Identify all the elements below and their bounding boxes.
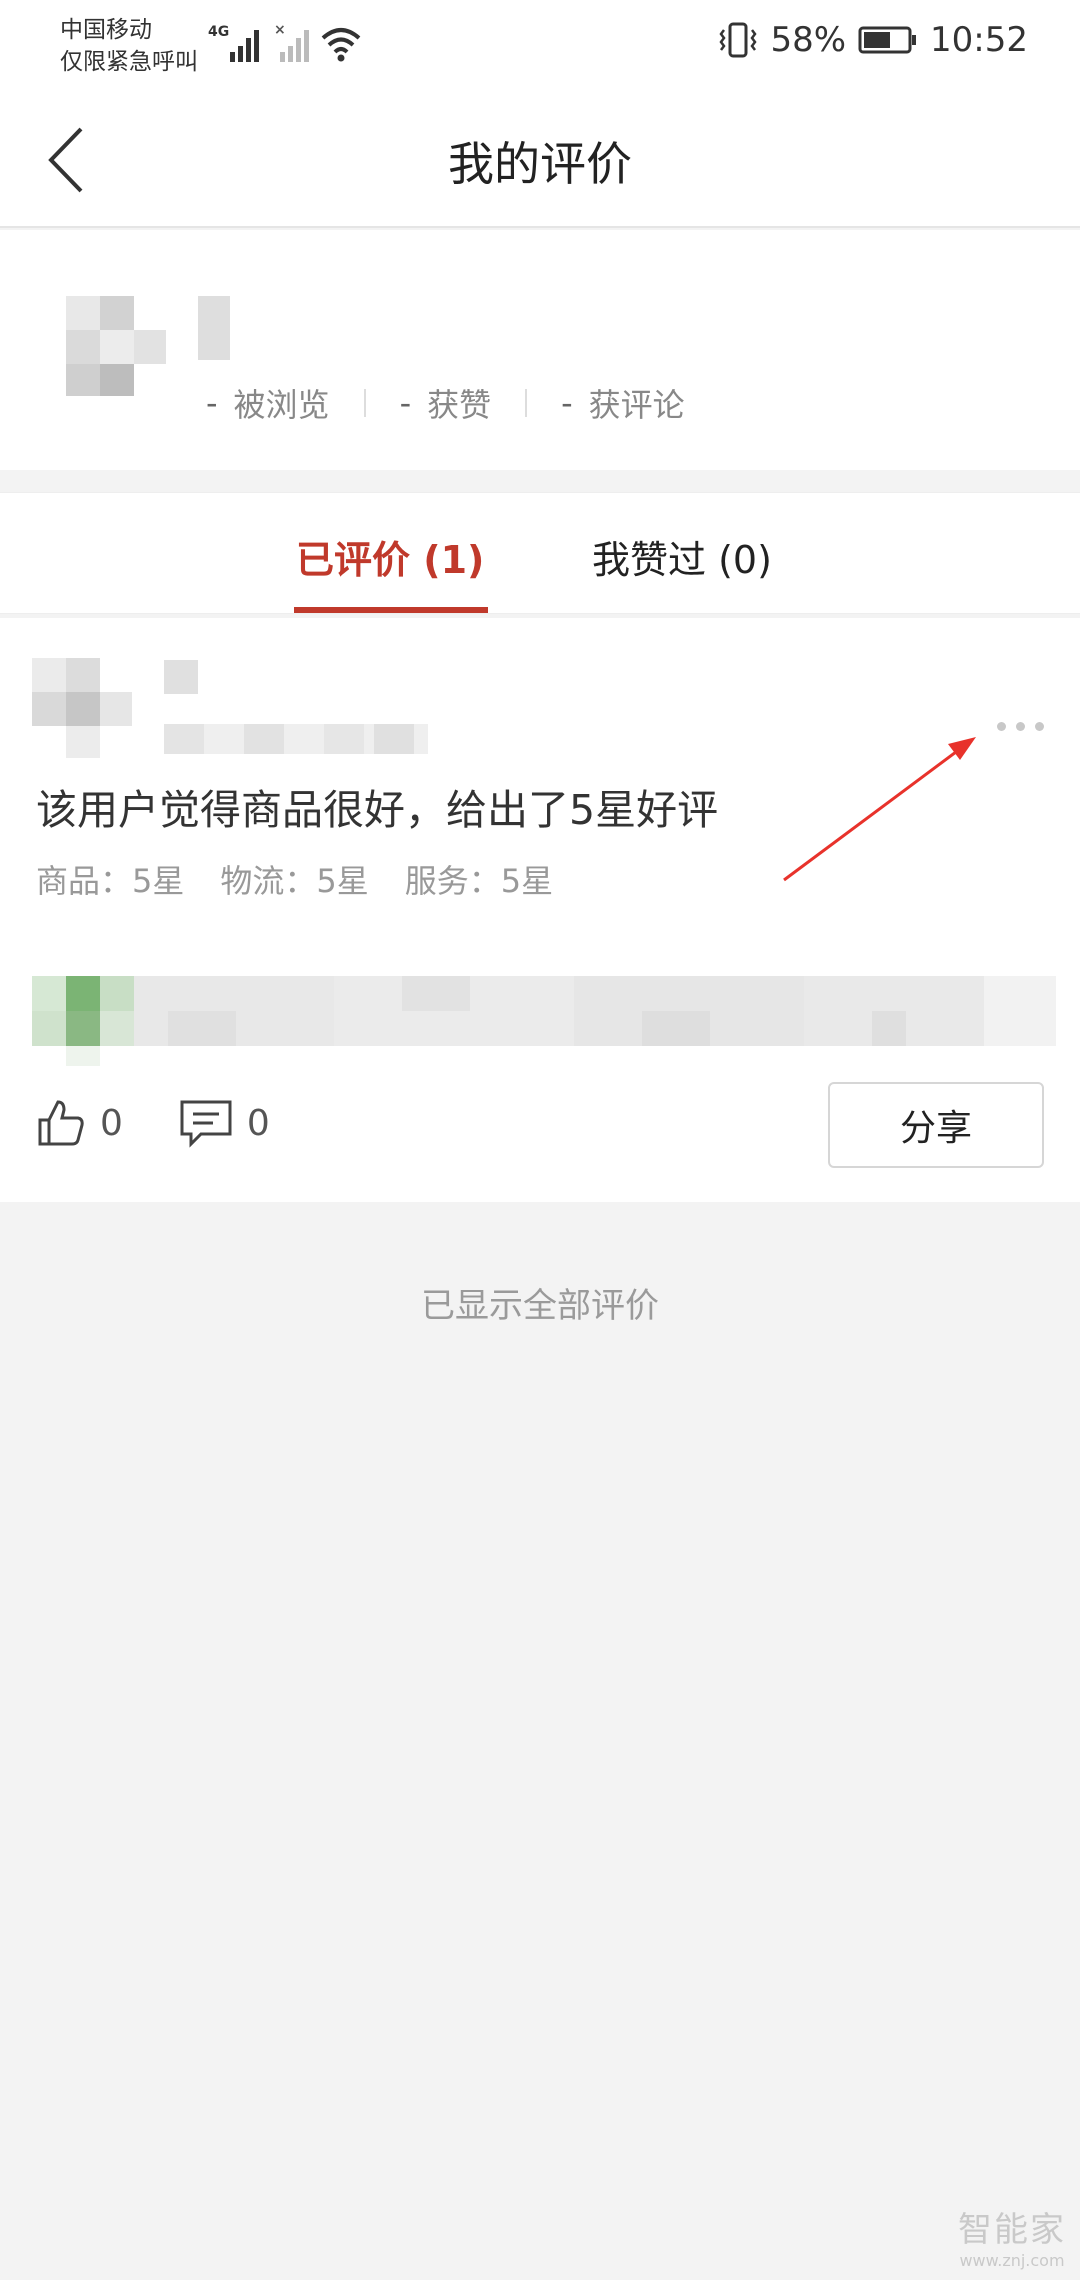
annotation-arrow-icon [783, 737, 976, 882]
watermark-url: www.znj.com [959, 2251, 1065, 2270]
watermark: 智能家 www.znj.com [958, 2202, 1066, 2270]
watermark-logo: 智能家 [958, 2210, 1066, 2250]
